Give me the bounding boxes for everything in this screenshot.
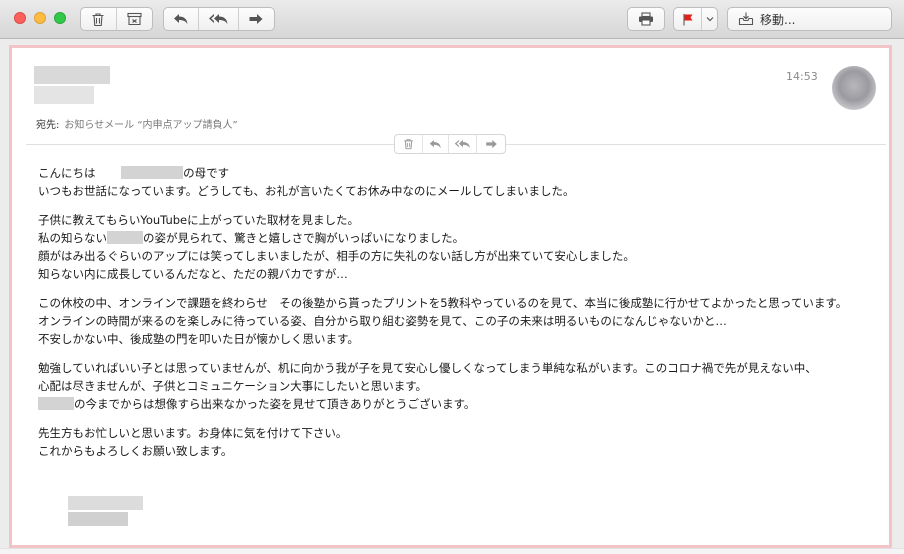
move-label: 移動... [760,12,796,27]
body-line: この休校の中、オンラインで課題を終わらせ その後塾から貰ったプリントを5教科やっ… [38,296,848,310]
flag-group [673,7,718,31]
body-line: 顔がはみ出るぐらいのアップには笑ってしまいましたが、相手の方に失礼のない話し方が… [38,249,635,263]
paragraph-online: この休校の中、オンラインで課題を終わらせ その後塾から貰ったプリントを5教科やっ… [38,294,878,348]
recipient-line: 宛先: お知らせメール “内申点アップ請負人” [36,116,238,131]
body-text: 私の知らない [38,231,107,245]
body-line: 先生方もお忙しいと思います。お身体に気を付けて下さい。 [38,426,348,440]
body-text: の母です [183,166,230,180]
trash-icon [92,12,104,26]
redacted-name [107,231,143,244]
reply-button[interactable] [164,8,200,30]
avatar [832,66,876,110]
mail-toolbar: 移動... [0,0,904,39]
trash-icon [404,139,413,150]
inline-message-tools [394,134,506,154]
body-line: の今までからは想像すら出来なかった姿を見せて頂きありがとうございます。 [38,395,878,413]
minimize-window-button[interactable] [34,12,46,24]
body-text: の姿が見られて、驚きと嬉しさで胸がいっぱいになりました。 [143,231,465,245]
move-button[interactable]: 移動... [728,8,891,30]
paragraph-youtube: 子供に教えてもらいYouTubeに上がっていた取材を見ました。 私の知らない の姿… [38,211,878,283]
delete-archive-group [80,7,153,31]
body-line: 子供に教えてもらいYouTubeに上がっていた取材を見ました。 [38,213,360,227]
reply-all-button[interactable] [199,8,239,30]
inline-delete-button[interactable] [395,135,423,153]
body-text: こんにちは [38,166,96,180]
print-button[interactable] [628,8,664,30]
paragraph-greeting: こんにちは の母です いつもお世話になっています。どうしても、お礼が言いたくてお… [38,164,878,200]
body-line: オンラインの時間が来るのを楽しみに待っている姿、自分から取り組む姿勢を見て、この… [38,314,727,328]
reply-group [163,7,275,31]
signature-redacted [68,496,143,528]
to-label: 宛先: [36,120,60,131]
redacted-name [38,397,74,410]
forward-button[interactable] [239,8,274,30]
forward-icon [485,139,497,149]
reply-icon [174,14,188,24]
body-line: いつもお世話になっています。どうしても、お礼が言いたくてお休み中なのにメールして… [38,184,575,198]
inline-forward-button[interactable] [477,135,505,153]
delete-button[interactable] [81,8,117,30]
archive-icon [127,12,142,26]
inline-reply-all-button[interactable] [449,135,477,153]
window-bottom-edge [0,548,904,554]
paragraph-closing: 先生方もお忙しいと思います。お身体に気を付けて下さい。 これからもよろしくお願い… [38,424,878,460]
print-group [627,7,665,31]
redacted-name [121,166,184,179]
inline-reply-button[interactable] [423,135,449,153]
forward-icon [249,14,263,24]
move-group: 移動... [727,7,892,31]
zoom-window-button[interactable] [54,12,66,24]
flag-button[interactable] [674,8,702,30]
paragraph-study: 勉強していればいい子とは思っていませんが、机に向かう我が子を見て安心し優しくなっ… [38,359,878,413]
message-body: こんにちは の母です いつもお世話になっています。どうしても、お礼が言いたくてお… [38,164,878,471]
body-line: これからもよろしくお願い致します。 [38,444,233,458]
flag-menu-button[interactable] [702,8,717,30]
to-value[interactable]: お知らせメール “内申点アップ請負人” [64,120,237,131]
body-line: 知らない内に成長しているんだなと、ただの親バカですが… [38,267,348,281]
chevron-down-icon [706,17,713,22]
body-line: 私の知らない の姿が見られて、驚きと嬉しさで胸がいっぱいになりました。 [38,229,878,247]
move-to-mailbox-icon [738,12,754,26]
body-line: 心配は尽きませんが、子供とコミュニケーション大事にしたいと思います。 [38,379,428,393]
body-line: こんにちは の母です [38,164,878,182]
body-line: 勉強していればいい子とは思っていませんが、机に向かう我が子を見て安心し優しくなっ… [38,361,817,375]
close-window-button[interactable] [14,12,26,24]
printer-icon [639,12,653,26]
archive-button[interactable] [117,8,153,30]
body-line: 不安しかない中、後成塾の門を叩いた日が懐かしく思います。 [38,332,359,346]
message-time: 14:53 [786,70,818,83]
flag-icon [682,13,692,25]
sender-name-redacted [34,66,110,84]
reply-all-icon [208,14,227,24]
reply-icon [429,139,441,149]
body-text: の今までからは想像すら出来なかった姿を見せて頂きありがとうございます。 [74,397,476,411]
reply-all-icon [454,139,470,149]
sender-address-redacted [34,86,94,104]
